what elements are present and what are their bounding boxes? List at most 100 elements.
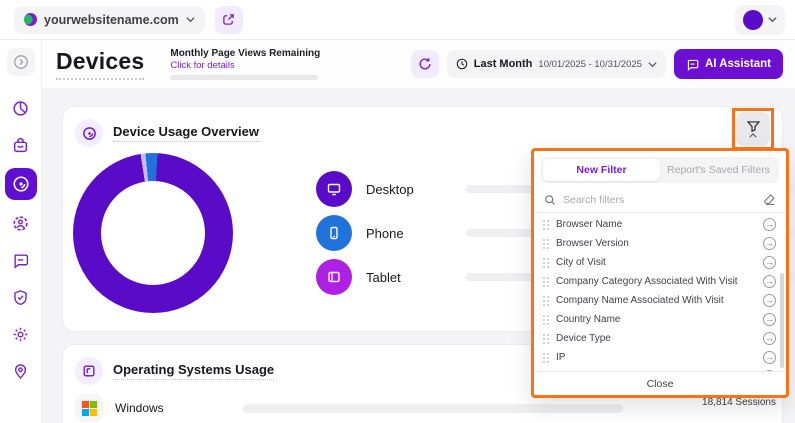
filter-item-browser-version[interactable]: Browser Version → <box>534 234 786 253</box>
filter-item-company-name-associated-with-visit[interactable]: Company Name Associated With Visit → <box>534 291 786 310</box>
device-legend: Desktop Phone Tablet <box>316 169 436 297</box>
eraser-icon[interactable] <box>763 193 776 206</box>
sidebar-item-geolocation[interactable] <box>7 357 35 385</box>
quota-title: Monthly Page Views Remaining <box>170 48 320 59</box>
filter-item-list: Browser Name → Browser Version → City of… <box>534 213 786 371</box>
sidebar-item-devices[interactable] <box>5 168 37 200</box>
chevron-down-icon <box>648 60 657 69</box>
windows-logo-icon <box>82 401 97 416</box>
sidebar-expand-button[interactable] <box>7 48 35 76</box>
tablet-badge <box>316 259 352 295</box>
filter-item-label: City of Visit <box>556 257 763 268</box>
filter-item-browser-name[interactable]: Browser Name → <box>534 215 786 234</box>
legend-row-phone[interactable]: Phone <box>316 213 436 253</box>
arrow-right-circle-icon[interactable]: → <box>763 370 776 371</box>
os-usage-title: Operating Systems Usage <box>113 362 274 380</box>
pie-chart-icon <box>12 100 29 117</box>
tab-saved-filters[interactable]: Report's Saved Filters <box>660 159 777 181</box>
refresh-icon <box>418 57 432 71</box>
sidebar-item-conversions[interactable] <box>7 131 35 159</box>
drag-handle-icon[interactable] <box>543 296 545 298</box>
windows-logo-badge <box>75 394 103 422</box>
close-button[interactable]: Close <box>534 371 786 395</box>
arrow-right-circle-icon[interactable]: → <box>763 275 776 288</box>
devices-disc-icon <box>82 126 97 141</box>
sidebar-item-settings[interactable] <box>7 320 35 348</box>
filter-panel: New Filter Report's Saved Filters Browse… <box>531 148 789 398</box>
scrollbar[interactable] <box>780 273 784 368</box>
filter-item-label: Browser Name <box>556 219 763 230</box>
tablet-icon <box>326 269 342 285</box>
filter-item-device-type[interactable]: Device Type → <box>534 329 786 348</box>
legend-row-desktop[interactable]: Desktop <box>316 169 436 209</box>
drag-handle-icon[interactable] <box>543 220 545 222</box>
filter-item-label: Country Name <box>556 314 763 325</box>
drag-handle-icon[interactable] <box>543 277 545 279</box>
drag-handle-icon[interactable] <box>543 353 545 355</box>
windows-sessions: 18,814 Sessions <box>702 397 776 408</box>
filter-button[interactable] <box>736 112 770 146</box>
phone-badge <box>316 215 352 251</box>
sidebar-item-security[interactable] <box>7 283 35 311</box>
drag-handle-icon[interactable] <box>543 239 545 241</box>
filter-item-company-category-associated-with-visit[interactable]: Company Category Associated With Visit → <box>534 272 786 291</box>
date-range-selector[interactable]: Last Month 10/01/2025 - 10/31/2025 <box>447 50 666 78</box>
date-preset: Last Month <box>474 58 533 70</box>
page-views-quota: Monthly Page Views Remaining Click for d… <box>170 48 320 80</box>
sidebar-item-feedback[interactable] <box>7 246 35 274</box>
os-window-icon <box>82 364 96 378</box>
device-usage-title: Device Usage Overview <box>113 124 259 142</box>
website-name: yourwebsitename.com <box>44 13 179 27</box>
search-icon <box>544 194 556 206</box>
sidebar-item-visitors[interactable] <box>7 209 35 237</box>
device-usage-donut-chart[interactable] <box>73 153 233 313</box>
filter-item-city-of-visit[interactable]: City of Visit → <box>534 253 786 272</box>
chat-icon <box>686 58 699 71</box>
desktop-icon <box>326 181 342 197</box>
filter-tabs: New Filter Report's Saved Filters <box>541 157 779 183</box>
arrow-right-circle-icon[interactable]: → <box>763 294 776 307</box>
arrow-right-circle-icon[interactable]: → <box>763 313 776 326</box>
legend-row-tablet[interactable]: Tablet <box>316 257 436 297</box>
sidebar-item-analytics[interactable] <box>7 94 35 122</box>
refresh-button[interactable] <box>411 50 439 78</box>
user-menu[interactable] <box>735 5 785 35</box>
filter-button-highlight <box>732 108 774 150</box>
page-title: Devices <box>56 48 144 80</box>
filter-item-label: Browser Version <box>556 238 763 249</box>
ai-assistant-button[interactable]: AI Assistant <box>674 49 783 79</box>
topbar: yourwebsitename.com <box>0 0 795 40</box>
open-website-button[interactable] <box>215 6 243 34</box>
filter-item-label: IP <box>556 352 763 363</box>
tab-new-filter[interactable]: New Filter <box>543 159 660 181</box>
filter-item-ip[interactable]: IP → <box>534 348 786 367</box>
ai-assistant-label: AI Assistant <box>705 58 771 70</box>
legend-label: Phone <box>366 226 436 241</box>
arrow-right-circle-icon[interactable]: → <box>763 256 776 269</box>
gear-icon <box>12 326 29 343</box>
quota-progress-bar <box>170 75 318 80</box>
map-pin-icon <box>12 363 29 380</box>
desktop-badge <box>316 171 352 207</box>
drag-handle-icon[interactable] <box>543 334 545 336</box>
filter-item-country-name[interactable]: Country Name → <box>534 310 786 329</box>
arrow-right-circle-icon[interactable]: → <box>763 351 776 364</box>
filter-item-label: Company Category Associated With Visit <box>556 276 763 287</box>
shield-icon <box>12 289 29 306</box>
devices-disc-icon <box>12 175 30 193</box>
filter-item-operating-system[interactable]: Operating System → <box>534 367 786 371</box>
chevron-down-icon <box>186 15 195 24</box>
date-range-value: 10/01/2025 - 10/31/2025 <box>538 59 642 70</box>
drag-handle-icon[interactable] <box>543 315 545 317</box>
chat-bubble-icon <box>12 252 29 269</box>
bag-icon <box>12 137 29 154</box>
arrow-right-circle-icon[interactable]: → <box>763 332 776 345</box>
search-input[interactable] <box>563 194 756 206</box>
arrow-right-circle-icon[interactable]: → <box>763 237 776 250</box>
drag-handle-icon[interactable] <box>543 258 545 260</box>
page-header: Devices Monthly Page Views Remaining Cli… <box>42 40 795 88</box>
arrow-right-circle-icon[interactable]: → <box>763 218 776 231</box>
quota-details-link[interactable]: Click for details <box>170 60 320 71</box>
website-selector[interactable]: yourwebsitename.com <box>14 6 205 34</box>
clock-icon <box>456 58 468 70</box>
